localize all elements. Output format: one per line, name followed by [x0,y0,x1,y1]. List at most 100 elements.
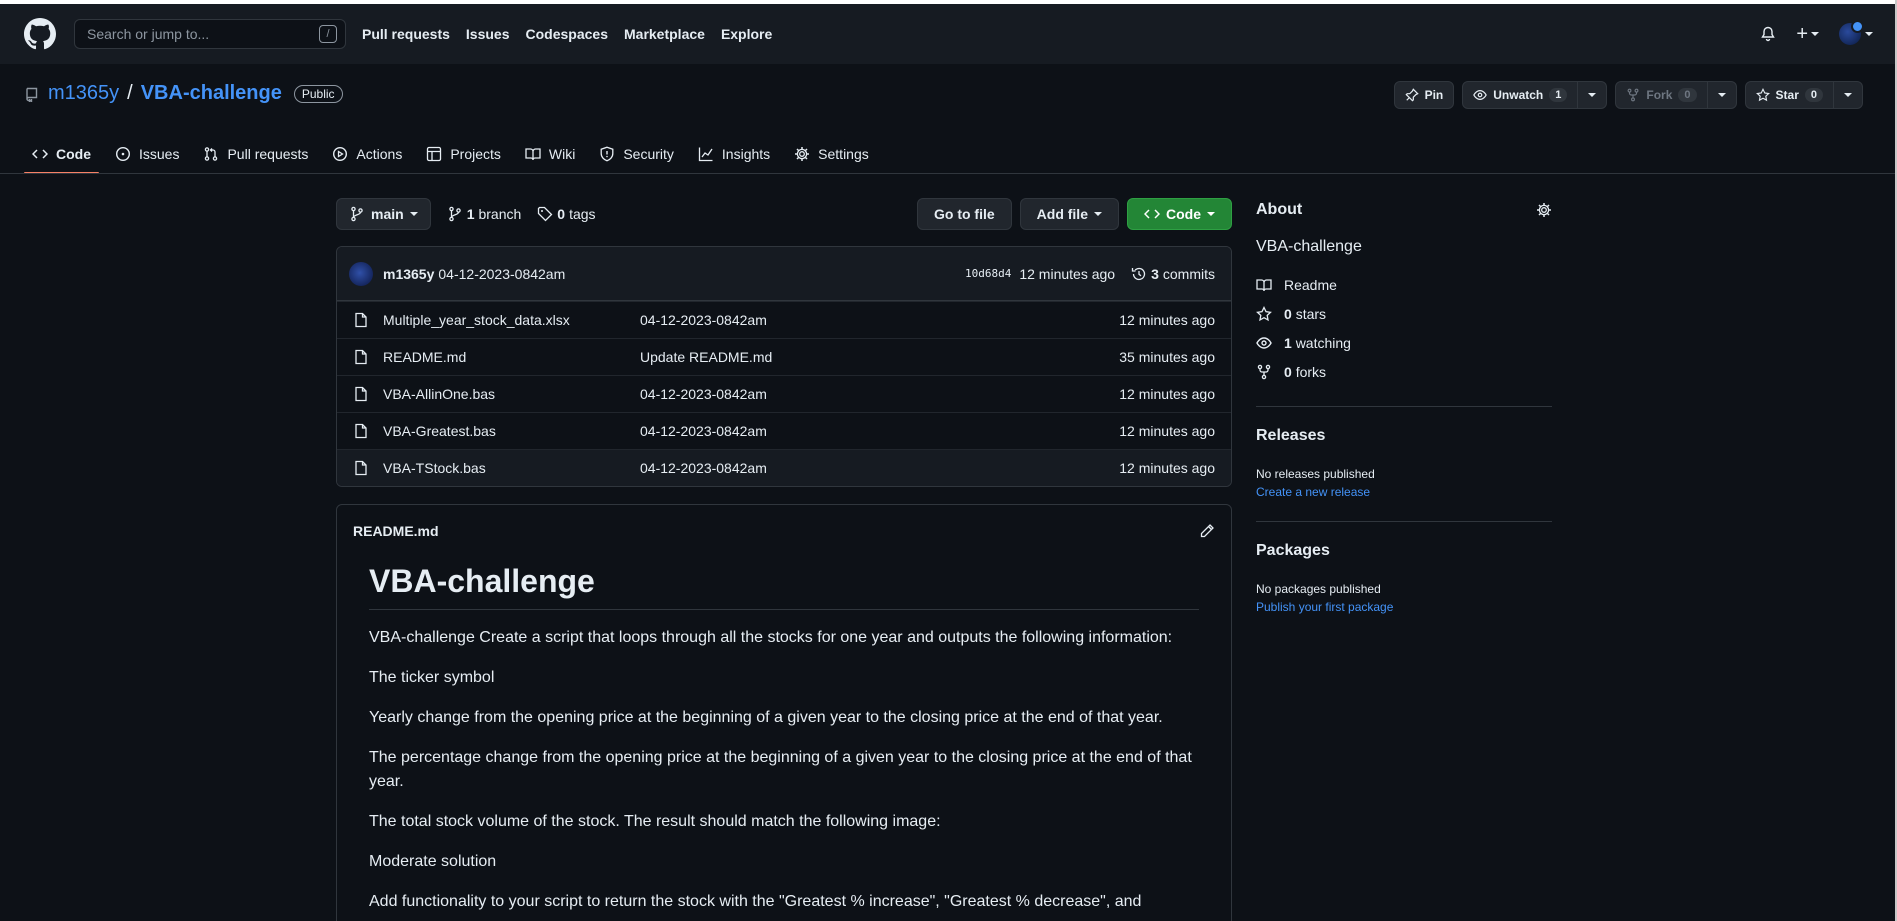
readme-content: VBA-challenge VBA-challenge Create a scr… [337,557,1231,914]
star-label: Star [1775,88,1799,102]
tab-issues[interactable]: Issues [107,134,187,174]
sidebar-divider [1256,406,1552,407]
tab-code[interactable]: Code [24,134,99,174]
file-icon [355,312,367,328]
search-input[interactable]: Search or jump to... / [74,19,346,49]
user-menu-button[interactable] [1839,20,1873,45]
tab-security[interactable]: Security [591,134,682,174]
github-logo-icon[interactable] [24,18,56,50]
packages-empty-text: No packages published [1256,582,1381,596]
nav-issues[interactable]: Issues [466,26,510,42]
branch-select-button[interactable]: main [336,198,431,230]
tab-wiki[interactable]: Wiki [517,134,583,174]
gear-icon [795,147,810,161]
stars-link[interactable]: 0 stars [1256,299,1552,328]
forks-label: forks [1295,363,1327,380]
repo-icon [26,87,38,102]
add-file-button[interactable]: Add file [1019,198,1119,230]
gear-icon[interactable] [1536,202,1552,218]
file-commit-message[interactable]: Update README.md [640,349,772,365]
file-commit-message[interactable]: 04-12-2023-0842am [640,386,767,402]
readme-heading: VBA-challenge [369,561,1199,610]
file-commit-message[interactable]: 04-12-2023-0842am [640,312,767,328]
go-to-file-button[interactable]: Go to file [916,198,1012,230]
fork-count: 0 [1678,88,1697,102]
tab-pull-requests[interactable]: Pull requests [195,134,316,174]
file-commit-message[interactable]: 04-12-2023-0842am [640,423,767,439]
file-row[interactable]: Multiple_year_stock_data.xlsx 04-12-2023… [337,301,1231,338]
packages-title[interactable]: Packages [1256,542,1552,560]
watching-link[interactable]: 1 watching [1256,328,1552,357]
pull-request-icon [205,147,218,161]
avatar[interactable] [349,261,373,286]
commit-message[interactable]: 04-12-2023-0842am [438,266,565,282]
fork-label: Fork [1646,88,1673,102]
repo-actions: Pin Unwatch 1 Fork 0 Star 0 [1393,81,1863,109]
branches-link[interactable]: 1 branch [447,206,521,222]
repo-nav: Code Issues Pull requests Actions Projec… [24,134,885,174]
star-button-group: Star 0 [1744,81,1863,109]
branch-name: main [371,206,404,222]
tab-settings[interactable]: Settings [786,134,877,174]
file-row[interactable]: VBA-Greatest.bas 04-12-2023-0842am 12 mi… [337,412,1231,449]
file-row[interactable]: VBA-TStock.bas 04-12-2023-0842am 12 minu… [337,449,1231,486]
fork-icon [1257,364,1271,379]
readme-paragraph: Yearly change from the opening price at … [369,709,1163,726]
nav-pull-requests[interactable]: Pull requests [362,26,450,42]
star-dropdown-button[interactable] [1834,81,1863,109]
fork-icon [1627,88,1639,102]
readme-filename[interactable]: README.md [353,523,439,539]
file-row[interactable]: README.md Update README.md 35 minutes ag… [337,338,1231,375]
file-row[interactable]: VBA-AllinOne.bas 04-12-2023-0842am 12 mi… [337,375,1231,412]
commit-sha[interactable]: 10d68d4 [965,267,1011,280]
nav-explore[interactable]: Explore [721,26,772,42]
releases-title[interactable]: Releases [1256,427,1552,445]
file-name[interactable]: README.md [383,349,640,365]
branch-count: 1 [466,206,475,222]
file-toolbar: main 1 branch 0 tags Go to file Add file… [336,198,1232,230]
nav-marketplace[interactable]: Marketplace [624,26,705,42]
fork-button[interactable]: Fork 0 [1615,81,1708,109]
book-icon [525,148,541,161]
code-button[interactable]: Code [1127,198,1232,230]
commit-time: 12 minutes ago [1019,265,1116,282]
star-button[interactable]: Star 0 [1744,81,1834,109]
go-to-file-label: Go to file [933,206,995,222]
repo-name-link[interactable]: VBA-challenge [141,82,282,105]
unwatch-label: Unwatch [1493,88,1544,102]
forks-link[interactable]: 0 forks [1256,357,1552,386]
pencil-icon[interactable] [1199,523,1215,539]
commits-history-link[interactable]: 3 commits [1131,266,1215,282]
watch-dropdown-button[interactable] [1578,81,1608,109]
commit-count-label: commits [1162,265,1215,282]
tab-actions[interactable]: Actions [324,134,410,174]
tab-projects-label: Projects [450,146,501,162]
commit-author[interactable]: m1365y [383,266,434,282]
file-name[interactable]: VBA-TStock.bas [383,460,640,476]
tags-link[interactable]: 0 tags [537,206,596,222]
file-name[interactable]: VBA-AllinOne.bas [383,386,640,402]
file-icon [355,423,367,439]
pin-button[interactable]: Pin [1393,81,1455,109]
header-actions: + [1760,20,1873,46]
unwatch-button[interactable]: Unwatch 1 [1462,81,1579,109]
bell-icon[interactable] [1760,26,1776,42]
tab-insights[interactable]: Insights [690,134,778,174]
file-name[interactable]: VBA-Greatest.bas [383,423,640,439]
visibility-badge: Public [293,84,343,103]
file-commit-message[interactable]: 04-12-2023-0842am [640,460,767,476]
tab-projects[interactable]: Projects [418,134,509,174]
create-new-button[interactable]: + [1796,23,1819,46]
fork-dropdown-button[interactable] [1707,81,1737,109]
create-release-link[interactable]: Create a new release [1256,485,1370,499]
readme-link[interactable]: Readme [1256,270,1552,299]
repo-owner-link[interactable]: m1365y [48,82,119,105]
caret-down-icon [1844,93,1852,97]
watch-count: 1 [1549,88,1568,102]
tab-settings-label: Settings [818,146,869,162]
file-commit-time: 12 minutes ago [1119,460,1215,476]
watching-count: 1 [1284,334,1292,351]
file-name[interactable]: Multiple_year_stock_data.xlsx [383,312,640,328]
nav-codespaces[interactable]: Codespaces [526,26,608,42]
publish-package-link[interactable]: Publish your first package [1256,600,1393,614]
